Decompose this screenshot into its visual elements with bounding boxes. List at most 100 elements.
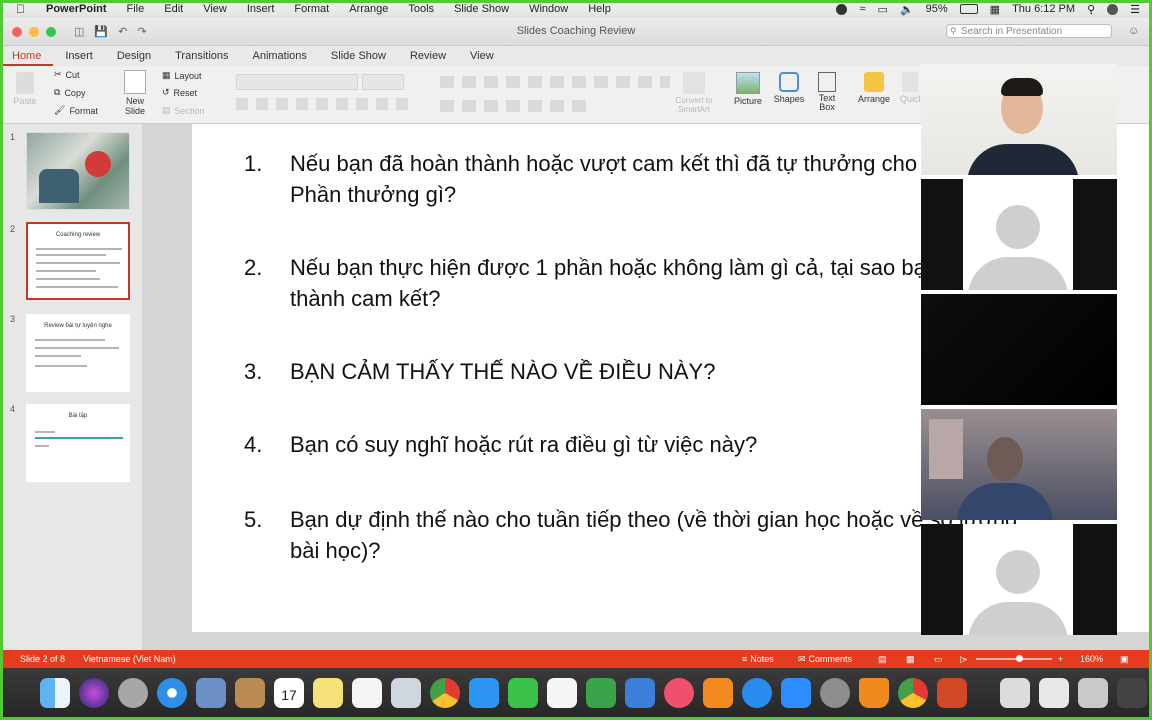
notes-button[interactable]: ≡ Notes <box>742 654 774 664</box>
trash-icon[interactable] <box>1078 678 1108 708</box>
menu-format[interactable]: Format <box>294 3 329 15</box>
arrange-button[interactable]: Arrange <box>854 72 894 104</box>
apple-icon[interactable]:  <box>16 2 30 16</box>
sorter-view-icon[interactable]: ▦ <box>906 654 915 665</box>
presentation-icon[interactable] <box>625 678 655 708</box>
books-icon[interactable] <box>703 678 733 708</box>
keynote-icon[interactable] <box>547 678 577 708</box>
participant-avatar[interactable] <box>921 524 1117 635</box>
reminders-icon[interactable] <box>352 678 382 708</box>
zoom-app-icon[interactable] <box>781 678 811 708</box>
numbers-icon[interactable] <box>586 678 616 708</box>
question-item[interactable]: 4. Bạn có suy nghĩ hoặc rút ra điều gì t… <box>244 429 757 460</box>
dock-right-icon[interactable] <box>1117 678 1147 708</box>
preview-icon[interactable] <box>196 678 226 708</box>
finder-icon[interactable] <box>40 678 70 708</box>
system-preferences-icon[interactable] <box>820 678 850 708</box>
paste-button[interactable]: Paste <box>10 72 40 106</box>
text-box-button[interactable]: Text Box <box>812 72 842 112</box>
powerpoint-icon[interactable] <box>937 678 967 708</box>
list-buttons-row[interactable] <box>440 76 670 88</box>
menu-slide-show[interactable]: Slide Show <box>454 3 509 15</box>
shapes-button[interactable]: Shapes <box>771 72 807 104</box>
account-icon[interactable]: ☺ <box>1128 25 1139 37</box>
font-name-field[interactable] <box>236 74 358 90</box>
tab-transitions[interactable]: Transitions <box>163 46 240 66</box>
participant-video[interactable] <box>921 409 1117 520</box>
zoom-out-button[interactable]: − <box>962 654 967 664</box>
tab-view[interactable]: View <box>458 46 506 66</box>
zoom-slider[interactable] <box>976 658 1052 660</box>
downloads-folder-icon[interactable] <box>1039 678 1069 708</box>
music-icon[interactable] <box>664 678 694 708</box>
participant-video-off[interactable] <box>921 294 1117 405</box>
airplay-icon[interactable]: ▭ <box>878 3 888 16</box>
copy-button[interactable]: ⧉ Copy <box>54 87 85 98</box>
question-item[interactable]: 2. Nếu bạn thực hiện được 1 phần hoặc kh… <box>244 252 1049 311</box>
menu-insert[interactable]: Insert <box>247 3 275 15</box>
chrome-like-icon[interactable] <box>430 678 460 708</box>
documents-folder-icon[interactable] <box>1000 678 1030 708</box>
launchpad-icon[interactable] <box>118 678 148 708</box>
menu-file[interactable]: File <box>127 3 145 15</box>
notification-icon[interactable]: ☰ <box>1130 3 1140 16</box>
menu-tools[interactable]: Tools <box>408 3 434 15</box>
vlc-icon[interactable] <box>859 678 889 708</box>
tab-home[interactable]: Home <box>0 46 54 66</box>
chrome-icon[interactable] <box>898 678 928 708</box>
menu-app-name[interactable]: PowerPoint <box>46 3 107 15</box>
zoom-slider-thumb[interactable] <box>1016 655 1023 662</box>
reset-button[interactable]: ↺ Reset <box>162 87 197 98</box>
zoom-meeting-icon[interactable] <box>836 3 848 15</box>
new-slide-button[interactable]: New Slide <box>118 70 152 116</box>
menu-window[interactable]: Window <box>529 3 568 15</box>
safari-icon[interactable] <box>157 678 187 708</box>
stickies-icon[interactable] <box>313 678 343 708</box>
menu-clock[interactable]: Thu 6:12 PM <box>1012 3 1075 15</box>
photos-icon[interactable] <box>391 678 421 708</box>
spotlight-icon[interactable]: ⚲ <box>1087 3 1095 16</box>
battery-percent[interactable]: 95% <box>926 3 948 15</box>
reading-view-icon[interactable]: ▭ <box>934 654 943 665</box>
zoom-level[interactable]: 160% <box>1080 654 1103 664</box>
font-size-field[interactable] <box>362 74 404 90</box>
slide-thumbnail-3[interactable]: Review bài tự luyện nghe <box>26 314 130 392</box>
siri-icon[interactable] <box>79 678 109 708</box>
tab-review[interactable]: Review <box>398 46 458 66</box>
question-item[interactable]: 1. Nếu bạn đã hoàn thành hoặc vượt cam k… <box>244 148 1041 207</box>
picture-button[interactable]: Picture <box>730 72 766 106</box>
tab-insert[interactable]: Insert <box>53 46 105 66</box>
layout-button[interactable]: ▦ Layout <box>162 70 202 81</box>
quick-styles-button[interactable]: Quick Styles <box>900 72 920 104</box>
participant-video[interactable] <box>921 64 1117 175</box>
menu-view[interactable]: View <box>203 3 227 15</box>
zoom-in-button[interactable]: + <box>1058 654 1063 664</box>
wifi-icon[interactable]: ≈ <box>859 3 865 15</box>
tab-animations[interactable]: Animations <box>241 46 319 66</box>
paragraph-controls[interactable] <box>440 74 680 114</box>
fit-slide-icon[interactable]: ▣ <box>1120 654 1129 665</box>
tab-slide-show[interactable]: Slide Show <box>319 46 398 66</box>
font-controls[interactable] <box>236 74 426 114</box>
slide-thumbnail-4[interactable]: Bài tập <box>26 404 130 482</box>
convert-smartart-button[interactable]: Convert to SmartArt <box>668 72 720 114</box>
normal-view-icon[interactable]: ▤ <box>878 654 887 665</box>
volume-icon[interactable]: 🔈 <box>900 3 914 16</box>
participant-avatar[interactable] <box>921 179 1117 290</box>
language-indicator[interactable]: Vietnamese (Viet Nam) <box>83 654 176 664</box>
user-icon[interactable] <box>1107 3 1119 15</box>
bold-italic-row[interactable] <box>236 98 416 110</box>
question-item[interactable]: 5. Bạn dự định thế nào cho tuần tiếp the… <box>244 504 1017 563</box>
slide-thumbnail-1[interactable] <box>26 132 130 210</box>
format-painter-button[interactable]: 🖌 Format <box>54 105 98 116</box>
messages-icon[interactable] <box>469 678 499 708</box>
keyboard-icon[interactable]: ▦ <box>990 3 1000 16</box>
cut-button[interactable]: ✂ Cut <box>54 69 80 80</box>
facetime-icon[interactable] <box>508 678 538 708</box>
menu-edit[interactable]: Edit <box>164 3 183 15</box>
battery-icon[interactable] <box>959 4 978 14</box>
menu-arrange[interactable]: Arrange <box>349 3 388 15</box>
calendar-icon[interactable]: 17 <box>274 678 304 708</box>
menu-help[interactable]: Help <box>588 3 611 15</box>
slide-thumbnail-2[interactable]: Coaching review <box>26 222 130 300</box>
